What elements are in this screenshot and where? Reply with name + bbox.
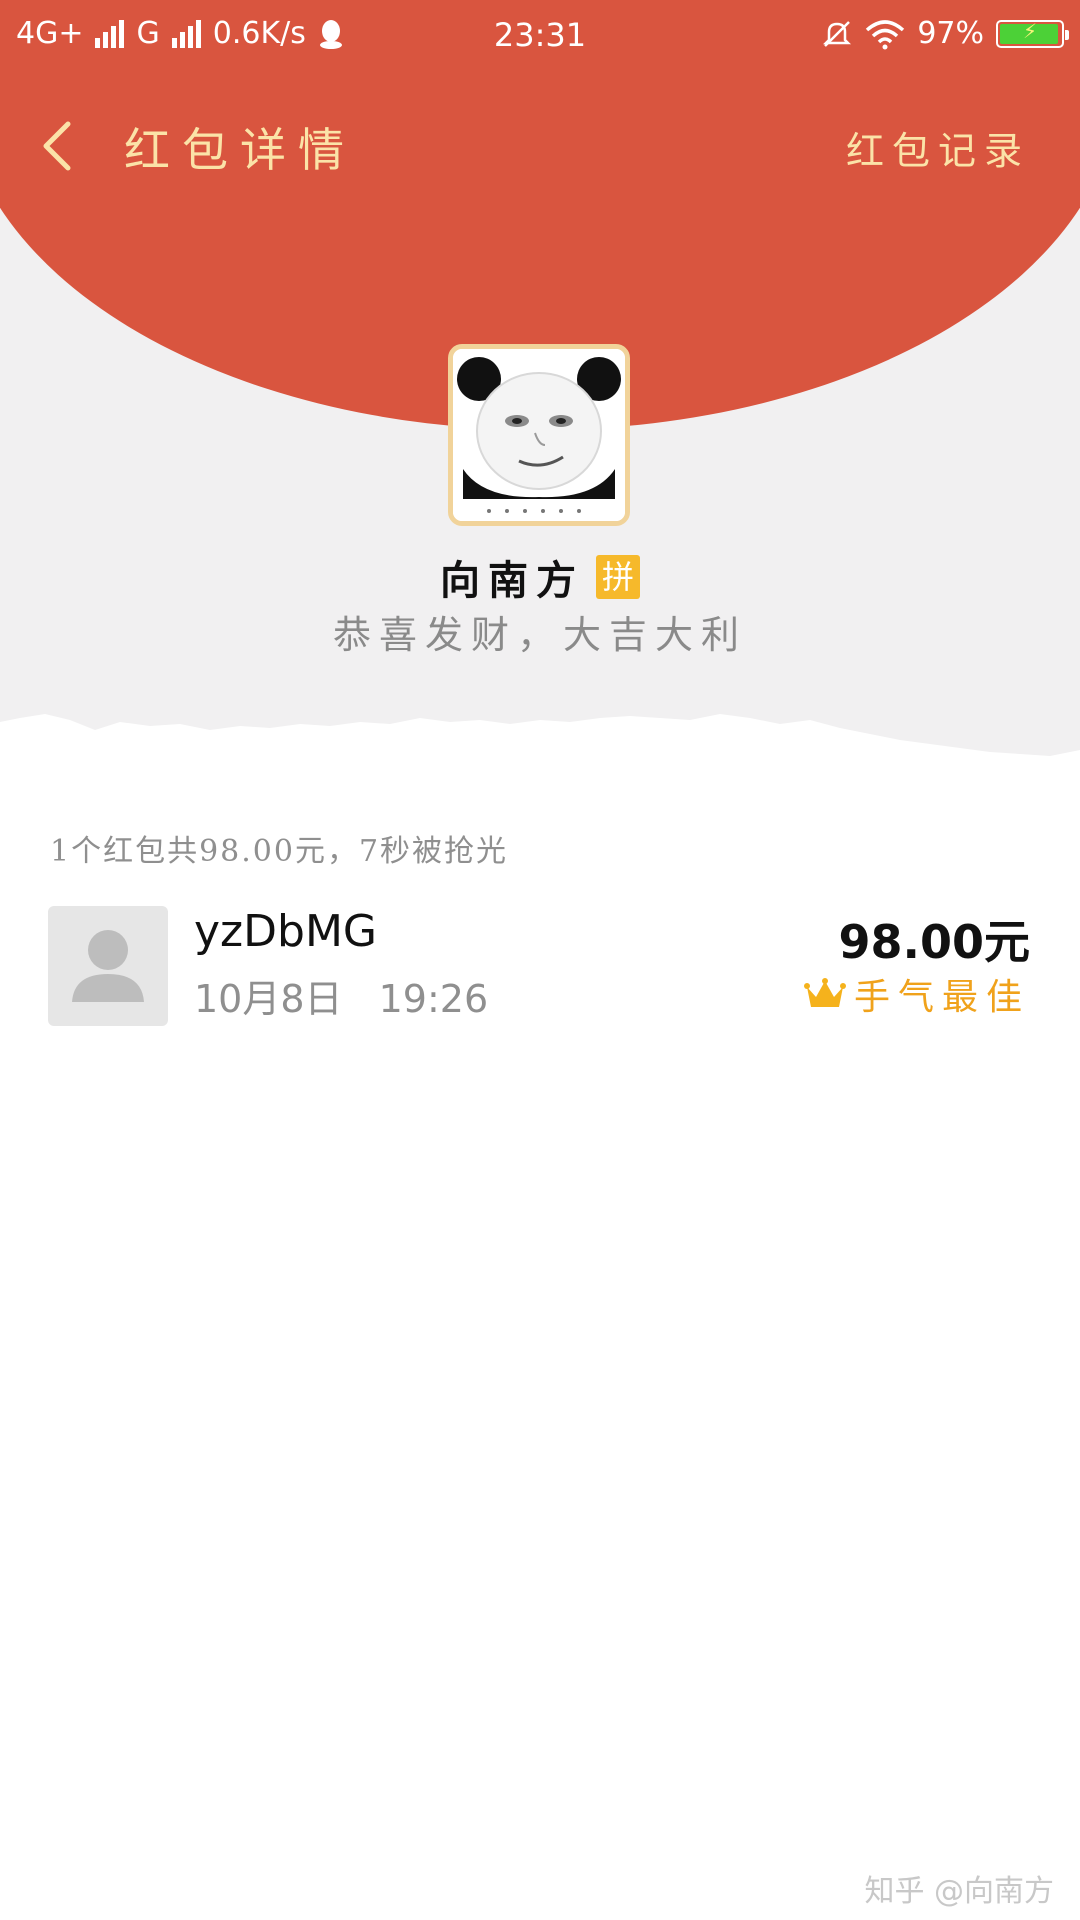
- best-luck-tag: 手气最佳: [803, 968, 1030, 1020]
- red-packet-summary: 1个红包共98.00元，7秒被抢光: [50, 834, 509, 869]
- receive-clock: 19:26: [378, 977, 489, 1021]
- receive-time: 10月8日 19:26: [194, 968, 488, 1023]
- receiver-avatar[interactable]: [48, 906, 168, 1026]
- list-item[interactable]: yzDbMG 10月8日 19:26 98.00元 手气最佳: [0, 906, 1080, 1030]
- torn-paper-edge: [0, 714, 1080, 810]
- watermark: 知乎 @向南方: [864, 1874, 1054, 1909]
- battery-percent: 97%: [917, 16, 984, 51]
- title-bar: 红包详情 红包记录: [0, 100, 1080, 190]
- status-bar: 4G+ G 0.6K/s 23:31 97% ⚡: [0, 0, 1080, 72]
- back-arrow-icon[interactable]: [30, 110, 90, 180]
- battery-icon: ⚡: [996, 18, 1069, 48]
- receive-date: 10月8日: [194, 977, 343, 1021]
- charging-bolt-icon: ⚡: [1022, 18, 1038, 43]
- default-user-icon: [72, 930, 144, 1002]
- wifi-icon: [866, 19, 905, 49]
- page-title: 红包详情: [124, 123, 356, 177]
- red-packet-detail-page: 4G+ G 0.6K/s 23:31 97% ⚡ 红包详情 红包记录 向南方 拼…: [0, 0, 1080, 1920]
- greeting-message: 恭喜发财，大吉大利: [332, 613, 747, 657]
- received-amount: 98.00元: [838, 915, 1030, 969]
- status-bar-right: 97% ⚡: [821, 16, 1069, 51]
- crown-icon: [803, 978, 846, 1007]
- panda-face-icon: [453, 349, 625, 521]
- receiver-name: yzDbMG: [194, 906, 378, 957]
- sender-name: 向南方: [440, 557, 584, 604]
- red-packet-record-link[interactable]: 红包记录: [846, 120, 1030, 175]
- sender-row: 向南方 拼: [0, 548, 1080, 606]
- bell-muted-icon: [823, 20, 852, 47]
- sender-avatar[interactable]: [448, 344, 630, 526]
- best-luck-label: 手气最佳: [853, 977, 1030, 1018]
- pin-badge: 拼: [596, 555, 640, 599]
